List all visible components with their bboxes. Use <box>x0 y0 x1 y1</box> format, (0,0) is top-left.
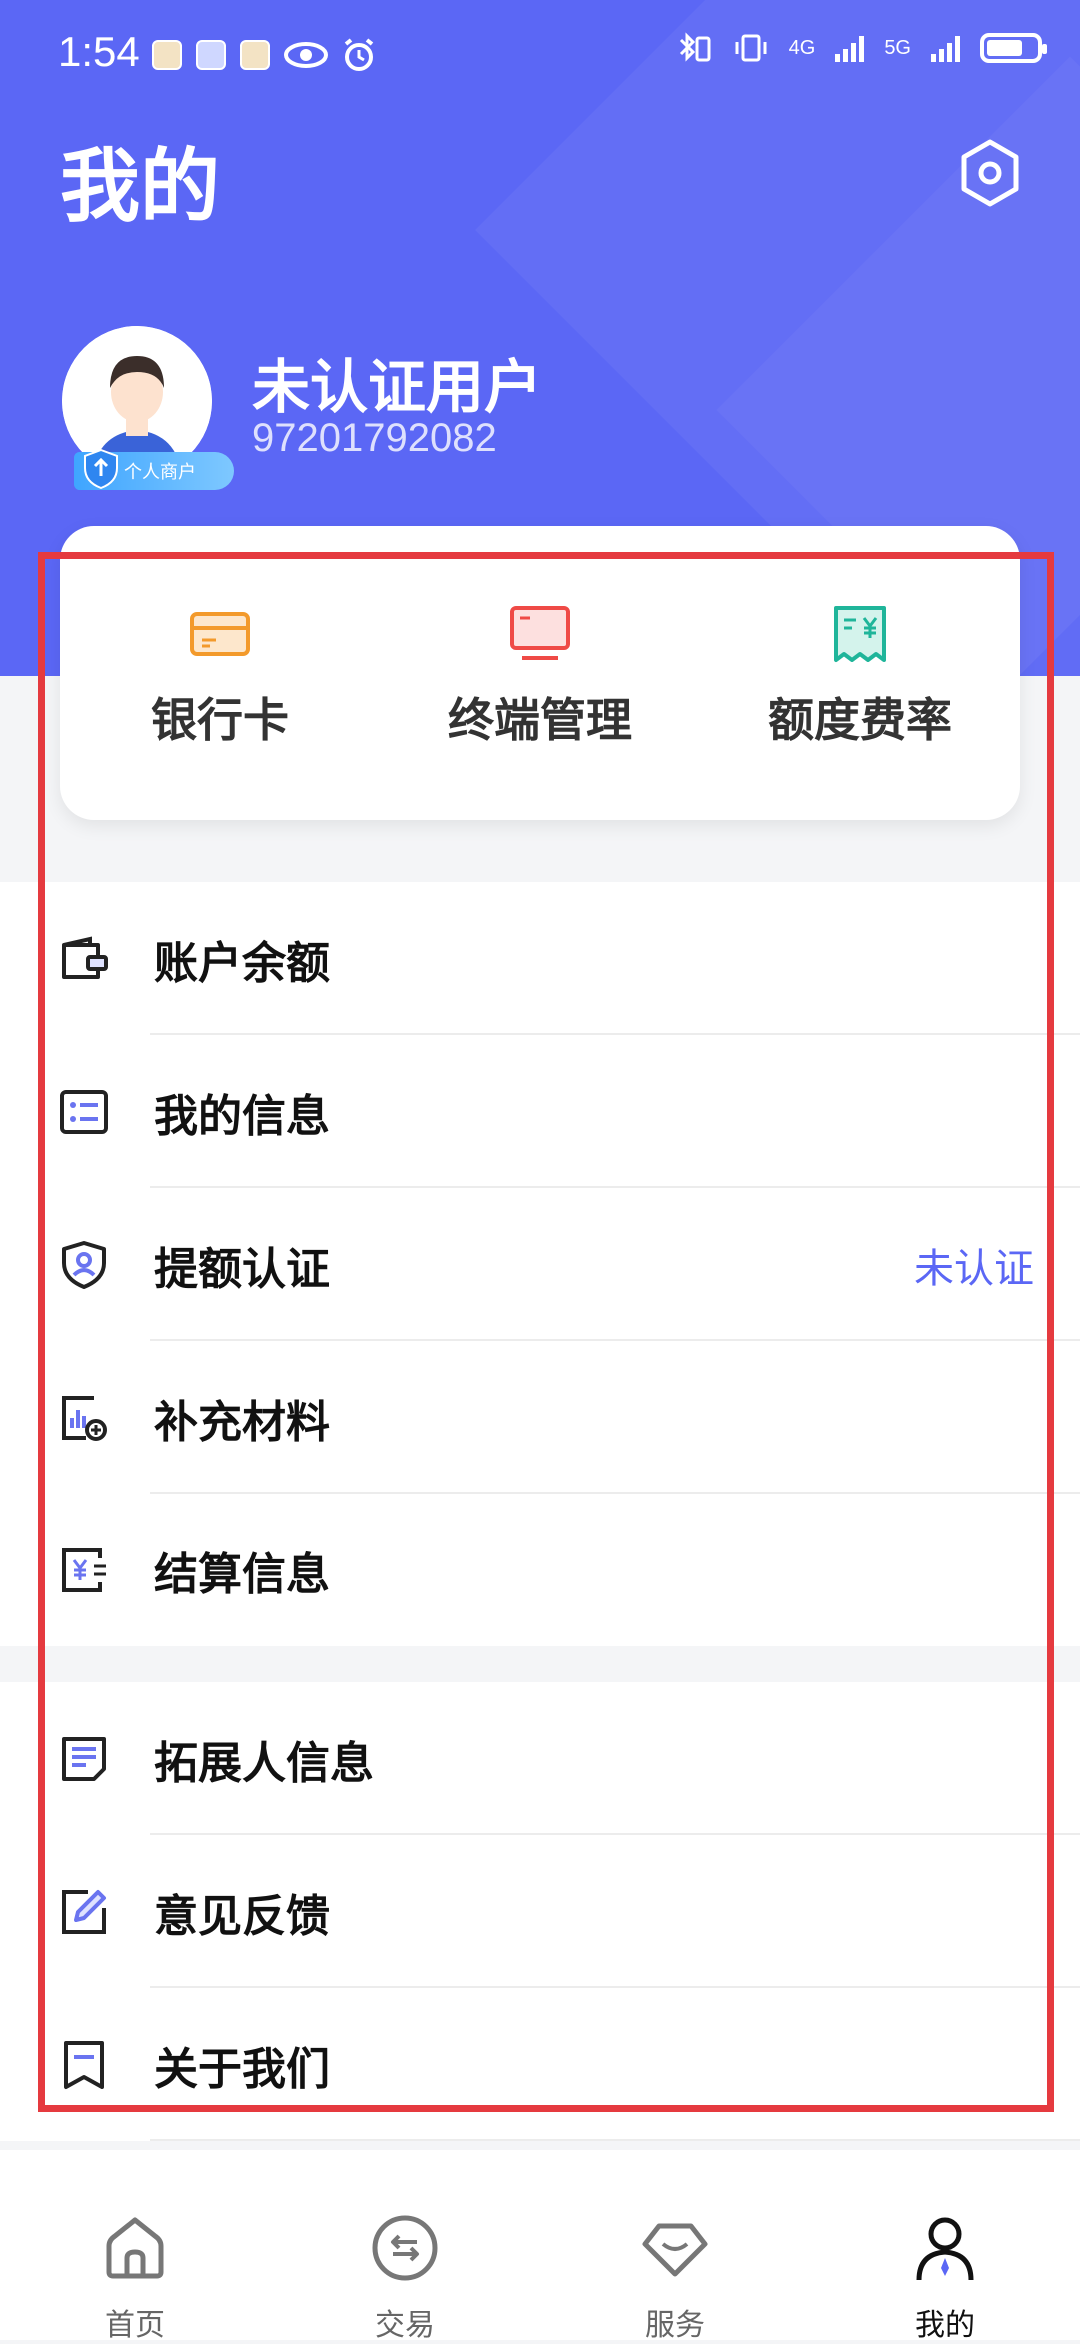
menu-item-label: 我的信息 <box>154 1090 330 1142</box>
menu-item-label: 关于我们 <box>154 2043 330 2095</box>
menu-item-limit-verification[interactable]: 提额认证 未认证 <box>0 1188 1080 1341</box>
person-icon <box>916 2217 974 2281</box>
diamond-icon <box>642 2223 708 2277</box>
eye-icon <box>284 42 328 68</box>
document-icon <box>62 1736 106 1781</box>
menu-group-other: 拓展人信息 意见反馈 关于我们 <box>0 1682 1080 2141</box>
system-icons: 4G 5G <box>677 32 1047 64</box>
divider <box>150 2139 1080 2141</box>
app-notification-icon <box>240 40 270 70</box>
merchant-type-badge: 个人商户 <box>74 448 234 490</box>
quick-action-bank-card[interactable]: 银行卡 <box>60 526 380 820</box>
battery-icon <box>980 33 1047 63</box>
settings-icon[interactable] <box>958 138 1022 208</box>
tab-mine[interactable]: 我的 <box>810 2150 1080 2343</box>
settlement-icon <box>62 1548 106 1592</box>
network-4g-label: 4G <box>788 36 816 59</box>
bluetooth-vibrate-icon <box>679 32 711 62</box>
menu-item-settlement-info[interactable]: 结算信息 <box>0 1494 1080 1646</box>
menu-item-promoter-info[interactable]: 拓展人信息 <box>0 1682 1080 1835</box>
quick-actions-card: 银行卡 终端管理 额度费率 <box>60 526 1020 820</box>
menu-item-label: 拓展人信息 <box>154 1737 374 1789</box>
signal-icon <box>835 34 865 62</box>
rate-receipt-icon <box>834 606 886 662</box>
shield-badge-icon <box>84 448 118 490</box>
exchange-icon <box>372 2215 438 2281</box>
home-icon <box>106 2217 164 2279</box>
edit-feedback-icon <box>62 1889 106 1934</box>
tab-label: 服务 <box>645 2308 705 2343</box>
tab-label: 我的 <box>915 2308 975 2343</box>
app-notification-icon <box>152 40 182 70</box>
tab-home[interactable]: 首页 <box>0 2150 270 2343</box>
user-name: 未认证用户 <box>252 353 543 421</box>
shield-user-icon <box>62 1240 106 1289</box>
menu-item-label: 意见反馈 <box>154 1890 330 1942</box>
avatar[interactable]: 个人商户 <box>62 326 234 490</box>
signal-icon <box>931 34 960 62</box>
quick-action-label: 银行卡 <box>151 693 289 747</box>
bottom-tab-bar: 首页 交易 服务 我的 <box>0 2150 1080 2343</box>
menu-item-label: 账户余额 <box>154 937 330 989</box>
chart-add-icon <box>62 1395 107 1441</box>
menu-item-label: 结算信息 <box>154 1549 330 1600</box>
notification-icons <box>152 38 376 72</box>
tab-services[interactable]: 服务 <box>540 2150 810 2343</box>
app-notification-icon <box>196 40 226 70</box>
terminal-icon <box>510 606 570 660</box>
menu-item-about-us[interactable]: 关于我们 <box>0 1988 1080 2141</box>
tab-label: 首页 <box>105 2308 165 2343</box>
menu-group-account: 账户余额 我的信息 提额认证 未认证 补充材料 结算信息 <box>0 882 1080 1646</box>
network-5g-label: 5G <box>884 36 911 59</box>
menu-item-label: 提额认证 <box>154 1243 330 1295</box>
vibrate-icon <box>735 34 767 62</box>
quick-action-terminal[interactable]: 终端管理 <box>380 526 700 820</box>
menu-item-my-info[interactable]: 我的信息 <box>0 1035 1080 1188</box>
wallet-icon <box>62 935 108 979</box>
menu-item-label: 补充材料 <box>154 1396 330 1448</box>
info-list-icon <box>60 1089 108 1134</box>
status-bar: 1:54 4G 5G <box>0 0 1080 110</box>
quick-action-label: 终端管理 <box>448 693 632 747</box>
verification-status: 未认证 <box>914 1245 1034 1292</box>
bank-card-icon <box>190 612 250 656</box>
menu-item-account-balance[interactable]: 账户余额 <box>0 882 1080 1035</box>
bookmark-icon <box>64 2040 104 2089</box>
menu-item-supplementary-materials[interactable]: 补充材料 <box>0 1341 1080 1494</box>
tab-label: 交易 <box>375 2308 435 2343</box>
alarm-icon <box>344 38 374 71</box>
menu-item-feedback[interactable]: 意见反馈 <box>0 1835 1080 1988</box>
status-time: 1:54 <box>58 28 140 75</box>
quick-action-label: 额度费率 <box>768 693 952 747</box>
tab-transactions[interactable]: 交易 <box>270 2150 540 2343</box>
page-title: 我的 <box>60 140 220 233</box>
quick-action-rate[interactable]: 额度费率 <box>700 526 1020 820</box>
user-id: 97201792082 <box>252 416 497 460</box>
badge-label: 个人商户 <box>124 462 196 483</box>
